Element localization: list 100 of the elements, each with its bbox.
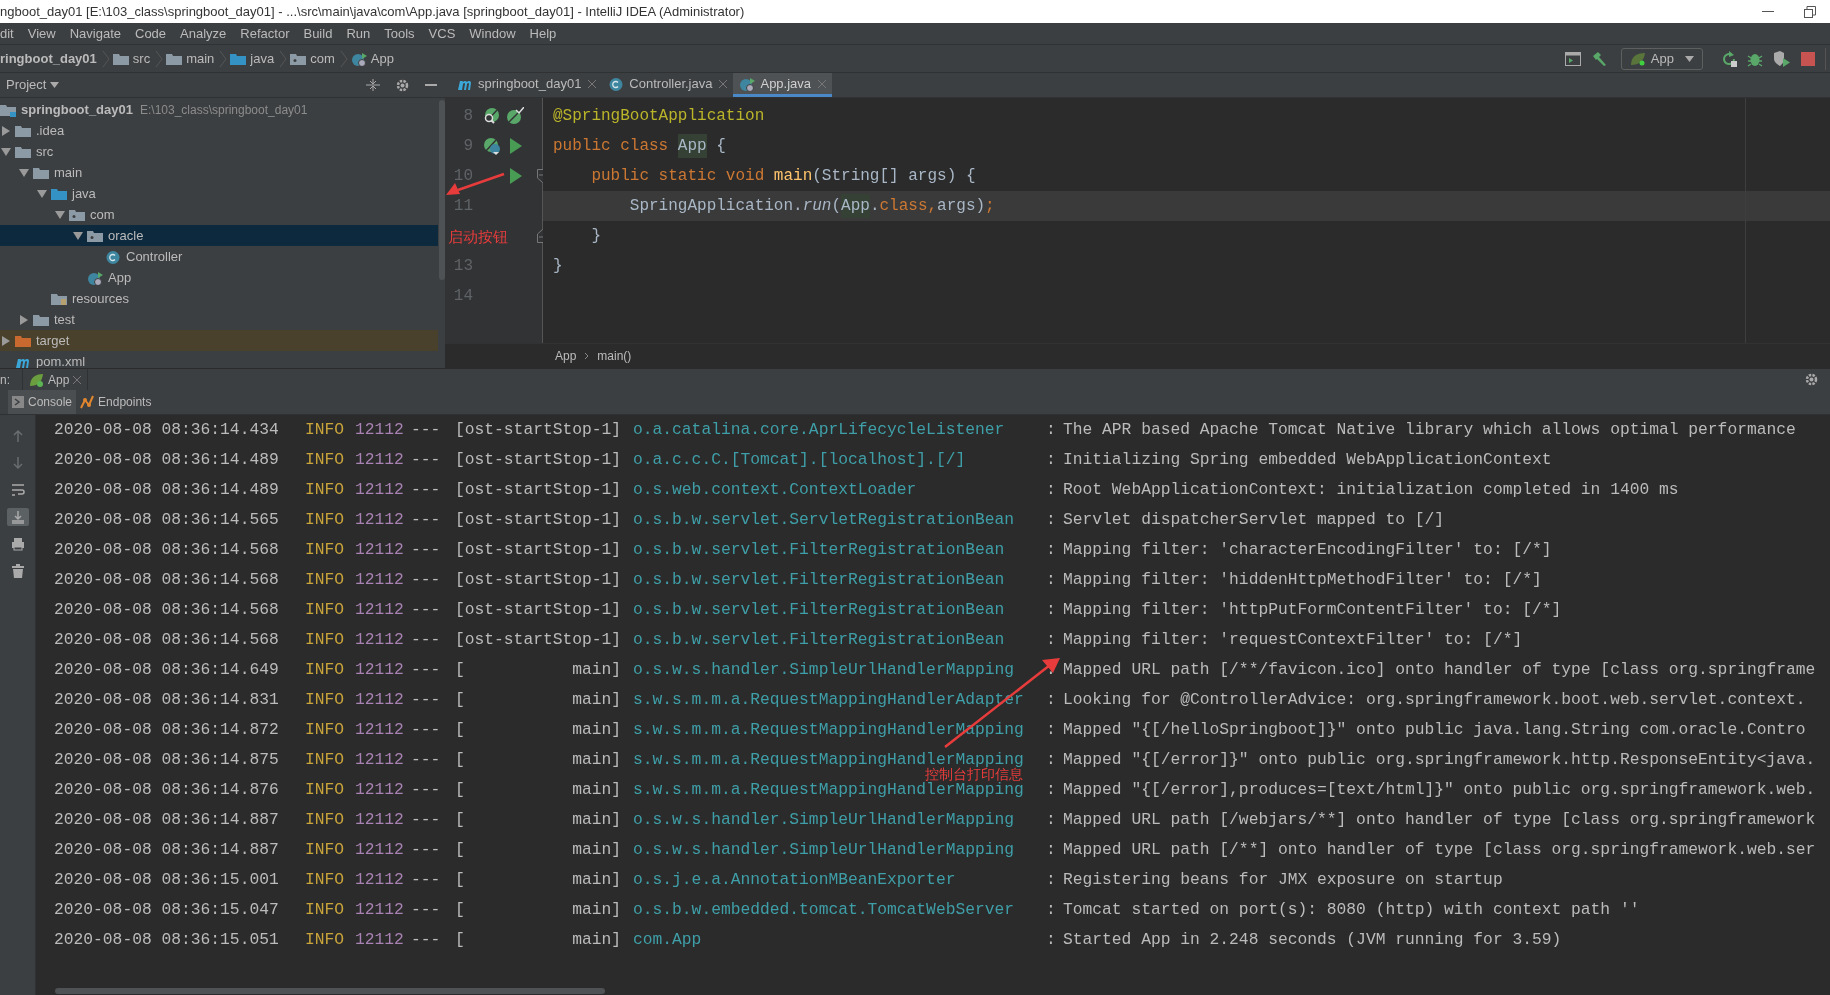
logger-name: o.s.w.s.handler.SimpleUrlHandlerMapping (633, 838, 1016, 861)
menu-item[interactable]: Build (303, 23, 333, 44)
menu-item[interactable]: Run (346, 23, 371, 44)
scrollbar[interactable] (55, 988, 605, 994)
settings-icon[interactable] (1805, 373, 1818, 386)
caret-icon[interactable] (50, 82, 60, 88)
stop-icon (1801, 51, 1815, 66)
folder-icon (112, 51, 129, 66)
tree-item[interactable]: src (0, 141, 438, 162)
run-config-dropdown[interactable]: App (1620, 47, 1703, 70)
spring-check-icon[interactable] (506, 107, 524, 125)
breadcrumb-item[interactable]: java (250, 48, 275, 69)
folder-icon (166, 51, 183, 66)
tree-item[interactable]: resources (0, 288, 438, 309)
tree-item[interactable]: oracle (0, 225, 438, 246)
tree-item[interactable]: Controller (0, 246, 438, 267)
rerun-icon (1721, 50, 1737, 67)
spring-leaf-icon (29, 372, 44, 387)
process-id: 12112 (355, 718, 405, 741)
separator: : (1046, 598, 1057, 621)
window-title: ngboot_day01 [E:\103_class\springboot_day01] - ...\src\main\java\com\App.java [springboot_day01] - IntelliJ IDEA (Administrator) (0, 2, 745, 21)
collapse-icon[interactable] (366, 79, 380, 91)
menu-item[interactable]: Help (529, 23, 557, 44)
menu-item[interactable]: dit (0, 23, 14, 44)
spring-class-icon[interactable] (483, 137, 501, 155)
breadcrumb-item[interactable]: App (555, 347, 577, 365)
breadcrumb-item[interactable]: main (186, 48, 215, 69)
menu-item[interactable]: Tools (384, 23, 415, 44)
tree-item[interactable]: pom.xml (0, 351, 438, 368)
thread-name: [ost-startStop-1] (455, 418, 623, 441)
thread-name: [ost-startStop-1] (455, 538, 623, 561)
breadcrumb-item[interactable]: main() (597, 347, 632, 365)
editor-tab[interactable]: Controller.java (602, 73, 734, 97)
process-id: 12112 (355, 628, 405, 651)
menu-item[interactable]: Code (135, 23, 167, 44)
separator: --- (411, 508, 442, 531)
breadcrumb-item[interactable]: App (370, 48, 394, 69)
editor-tab[interactable]: App.java (733, 73, 833, 97)
settings-icon[interactable] (396, 78, 409, 92)
package-icon (290, 51, 307, 66)
panel-tab[interactable]: Endpoints (76, 390, 156, 414)
menu-item[interactable]: View (27, 23, 56, 44)
log-level: INFO (305, 838, 346, 861)
breadcrumb-item[interactable]: src (132, 48, 151, 69)
tree-item[interactable]: com (0, 204, 438, 225)
spring-search-icon[interactable] (483, 107, 501, 125)
process-id: 12112 (355, 568, 405, 591)
breadcrumb-item[interactable]: ringboot_day01 (0, 48, 97, 69)
menu-item[interactable]: Analyze (180, 23, 227, 44)
separator: --- (411, 568, 442, 591)
log-message: Initializing Spring embedded WebApplicationContext (1063, 448, 1552, 471)
log-message: Tomcat started on port(s): 8080 (http) with context path '' (1063, 898, 1640, 921)
tree-item[interactable]: main (0, 162, 438, 183)
separator: : (1046, 808, 1057, 831)
restore-icon[interactable] (1804, 5, 1816, 18)
scrollbar[interactable] (438, 98, 445, 368)
folder-icon (15, 123, 32, 138)
scroll-to-end-button[interactable] (6, 508, 29, 526)
run-tab[interactable]: App (22, 369, 89, 390)
tree-item[interactable]: App (0, 267, 438, 288)
separator: : (1046, 868, 1057, 891)
close-icon[interactable] (73, 375, 82, 384)
process-id: 12112 (355, 838, 405, 861)
tree-item[interactable]: test (0, 309, 438, 330)
log-level: INFO (305, 538, 346, 561)
separator: --- (411, 628, 442, 651)
logger-name: o.s.b.w.servlet.ServletRegistrationBean (633, 508, 1016, 531)
breadcrumb-item[interactable]: com (310, 48, 335, 69)
separator: --- (411, 478, 442, 501)
folder-icon (15, 333, 32, 348)
chevron-icon (218, 49, 229, 68)
tree-item[interactable]: springboot_day01 E:\103_class\springboot_day01 (0, 99, 438, 120)
timestamp: 2020-08-08 08:36:14.434 (54, 418, 280, 441)
expanded-arrow-icon (54, 209, 66, 220)
timestamp: 2020-08-08 08:36:15.001 (54, 868, 280, 891)
separator: --- (411, 748, 442, 771)
log-message: Servlet dispatcherServlet mapped to [/] (1063, 508, 1445, 531)
panel-title[interactable]: Project (6, 75, 47, 95)
menu-item[interactable]: Window (469, 23, 516, 44)
separator: : (1046, 688, 1057, 711)
process-id: 12112 (355, 808, 405, 831)
logger-name: o.a.catalina.core.AprLifecycleListener (633, 418, 1006, 441)
tree-item[interactable]: .idea (0, 120, 438, 141)
chevron-icon (154, 49, 165, 68)
menu-item[interactable]: Navigate (69, 23, 121, 44)
collapsed-arrow-icon (0, 335, 12, 346)
down-arrow-icon (10, 456, 25, 470)
tree-item[interactable]: target (0, 330, 438, 351)
menu-item[interactable]: VCS (428, 23, 456, 44)
minimize-icon[interactable] (1762, 10, 1774, 13)
editor-tab[interactable]: springboot_day01 (451, 73, 603, 97)
menu-item[interactable]: Refactor (240, 23, 290, 44)
panel-tab[interactable]: Console (8, 390, 77, 414)
log-message: Mapping filter: 'hiddenHttpMethodFilter' to: [/*] (1063, 568, 1542, 591)
separator: --- (411, 898, 442, 921)
log-level: INFO (305, 628, 346, 651)
tree-item[interactable]: java (0, 183, 438, 204)
log-message: Mapped "{[/helloSpringboot]}" onto public java.lang.String com.oracle.Contro (1063, 718, 1806, 741)
separator: --- (411, 868, 442, 891)
thread-name: [ main] (455, 838, 623, 861)
